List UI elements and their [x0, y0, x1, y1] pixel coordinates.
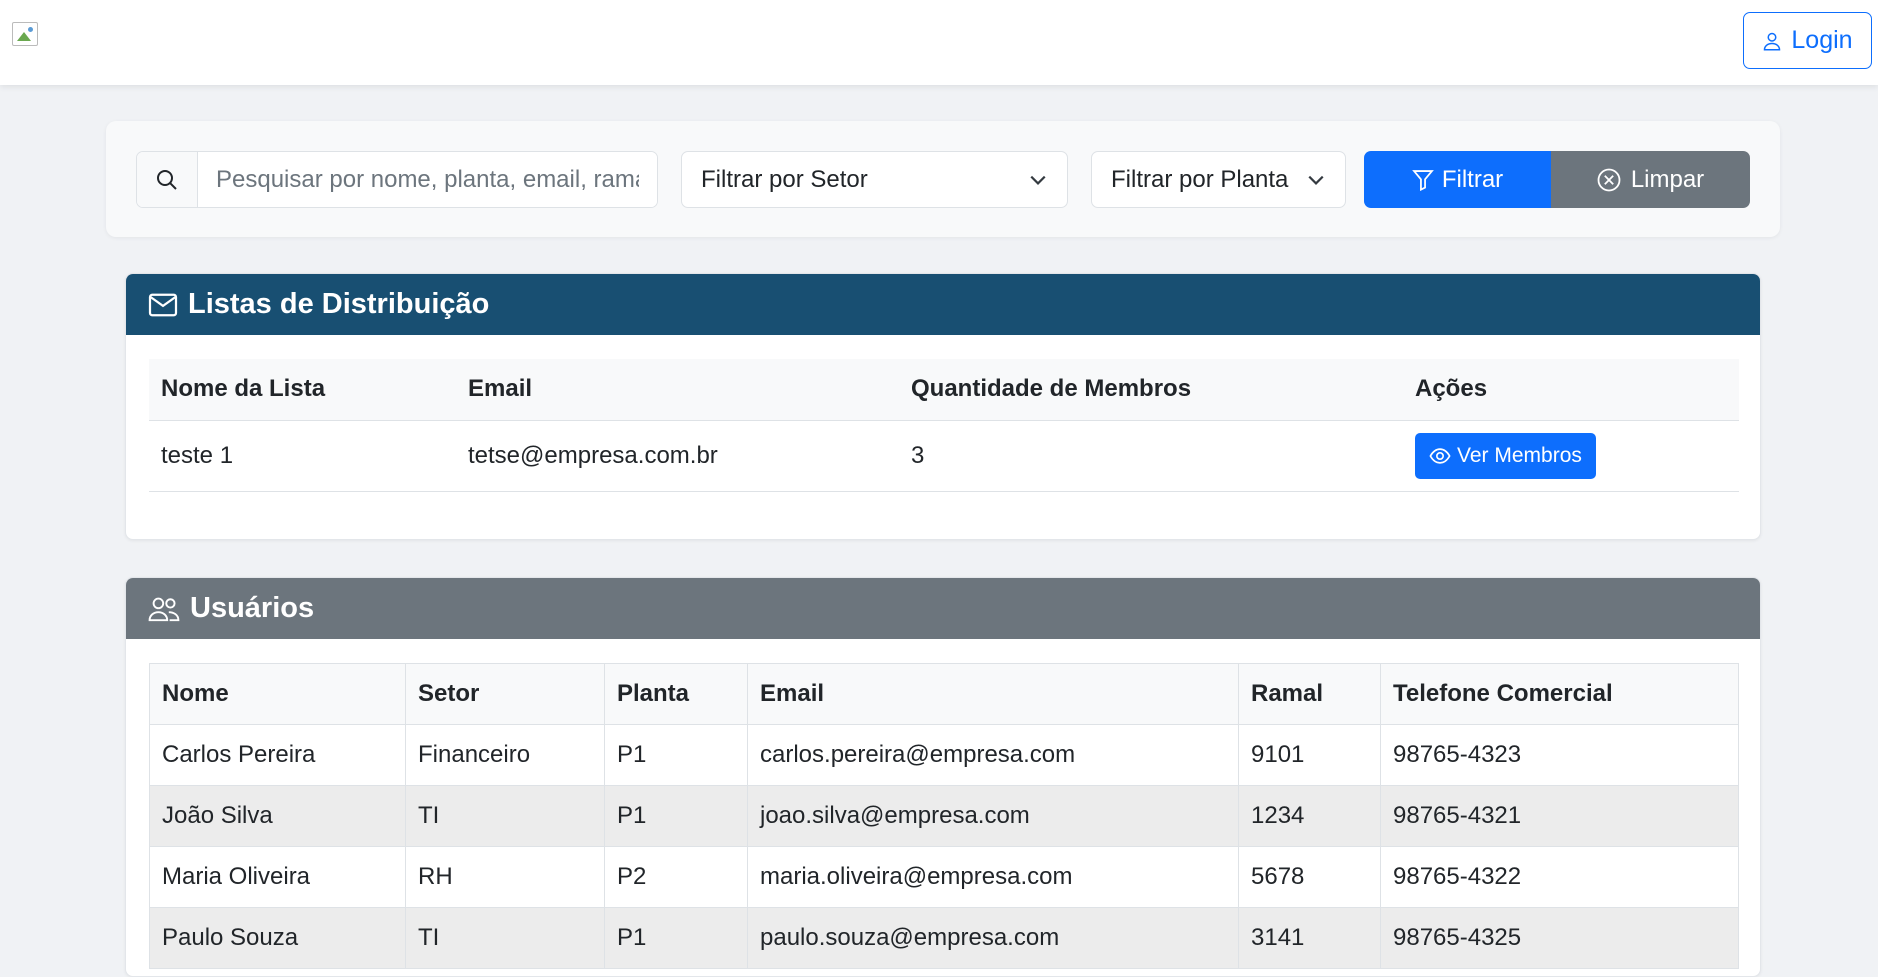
people-icon	[148, 597, 180, 621]
table-row: Carlos Pereira Financeiro P1 carlos.pere…	[149, 724, 1739, 786]
login-button[interactable]: Login	[1743, 12, 1872, 69]
user-phone-cell: 98765-4325	[1380, 907, 1739, 969]
chevron-down-icon	[1030, 175, 1046, 185]
users-title: Usuários	[190, 592, 315, 624]
setor-select[interactable]: Filtrar por Setor	[681, 151, 1068, 208]
planta-select[interactable]: Filtrar por Planta	[1091, 151, 1346, 208]
search-group	[136, 151, 658, 208]
column-header: Email	[747, 663, 1239, 725]
view-members-button[interactable]: Ver Membros	[1415, 432, 1596, 479]
broken-logo-image[interactable]	[12, 22, 38, 46]
envelope-icon	[148, 293, 178, 316]
column-header: Nome	[149, 663, 406, 725]
distribution-lists-title: Listas de Distribuição	[188, 288, 490, 320]
search-addon	[137, 152, 198, 207]
user-email-cell: joao.silva@empresa.com	[747, 785, 1239, 847]
distribution-lists-card: Listas de Distribuição Nome da Lista Ema…	[125, 273, 1761, 540]
user-email-cell: maria.oliveira@empresa.com	[747, 846, 1239, 908]
column-header: Planta	[604, 663, 748, 725]
table-row: Paulo Souza TI P1 paulo.souza@empresa.co…	[149, 907, 1739, 969]
user-phone-cell: 98765-4322	[1380, 846, 1739, 908]
column-header: Ramal	[1238, 663, 1381, 725]
x-circle-icon	[1597, 168, 1621, 191]
user-ramal-cell: 9101	[1238, 724, 1381, 786]
filter-button-label: Filtrar	[1441, 165, 1504, 193]
table-row: teste 1 tetse@empresa.com.br 3 Ver Membr…	[149, 420, 1739, 492]
planta-select-value: Filtrar por Planta	[1111, 165, 1289, 193]
column-header: Quantidade de Membros	[899, 359, 1403, 421]
user-email-cell: carlos.pereira@empresa.com	[747, 724, 1239, 786]
clear-button[interactable]: Limpar	[1551, 151, 1750, 208]
clear-button-label: Limpar	[1630, 165, 1705, 193]
person-icon	[1764, 32, 1781, 50]
column-header: Nome da Lista	[149, 359, 456, 421]
table-row: Maria Oliveira RH P2 maria.oliveira@empr…	[149, 846, 1739, 908]
column-header: Email	[456, 359, 899, 421]
users-card: Usuários Nome Setor Planta Email Ramal T…	[125, 577, 1761, 977]
login-label: Login	[1791, 26, 1853, 54]
funnel-icon	[1411, 169, 1434, 191]
filter-button[interactable]: Filtrar	[1364, 151, 1551, 208]
column-header: Setor	[405, 663, 605, 725]
column-header: Telefone Comercial	[1380, 663, 1739, 725]
user-setor-cell: Financeiro	[405, 724, 605, 786]
filter-panel: Filtrar por Setor Filtrar por Planta Fil…	[106, 121, 1780, 237]
user-name-cell: Carlos Pereira	[149, 724, 406, 786]
search-input[interactable]	[198, 152, 657, 207]
user-setor-cell: TI	[405, 907, 605, 969]
column-header: Ações	[1403, 359, 1739, 421]
list-actions-cell: Ver Membros	[1403, 420, 1739, 492]
navbar: Login	[0, 0, 1878, 85]
user-setor-cell: RH	[405, 846, 605, 908]
chevron-down-icon	[1308, 175, 1324, 185]
user-phone-cell: 98765-4323	[1380, 724, 1739, 786]
user-setor-cell: TI	[405, 785, 605, 847]
distribution-lists-header: Listas de Distribuição	[126, 274, 1760, 335]
user-ramal-cell: 3141	[1238, 907, 1381, 969]
user-planta-cell: P2	[604, 846, 748, 908]
user-ramal-cell: 5678	[1238, 846, 1381, 908]
users-table: Nome Setor Planta Email Ramal Telefone C…	[149, 663, 1739, 969]
setor-select-value: Filtrar por Setor	[701, 165, 868, 193]
view-members-label: Ver Membros	[1457, 443, 1582, 467]
user-phone-cell: 98765-4321	[1380, 785, 1739, 847]
user-planta-cell: P1	[604, 785, 748, 847]
user-email-cell: paulo.souza@empresa.com	[747, 907, 1239, 969]
list-name-cell: teste 1	[149, 420, 456, 492]
user-name-cell: Maria Oliveira	[149, 846, 406, 908]
user-name-cell: Paulo Souza	[149, 907, 406, 969]
user-planta-cell: P1	[604, 724, 748, 786]
distribution-lists-table: Nome da Lista Email Quantidade de Membro…	[149, 359, 1739, 492]
user-name-cell: João Silva	[149, 785, 406, 847]
user-planta-cell: P1	[604, 907, 748, 969]
eye-icon	[1429, 447, 1451, 464]
list-email-cell: tetse@empresa.com.br	[456, 420, 899, 492]
search-icon	[157, 169, 177, 190]
users-header: Usuários	[126, 578, 1760, 639]
table-row: João Silva TI P1 joao.silva@empresa.com …	[149, 785, 1739, 847]
list-members-cell: 3	[899, 420, 1403, 492]
user-ramal-cell: 1234	[1238, 785, 1381, 847]
